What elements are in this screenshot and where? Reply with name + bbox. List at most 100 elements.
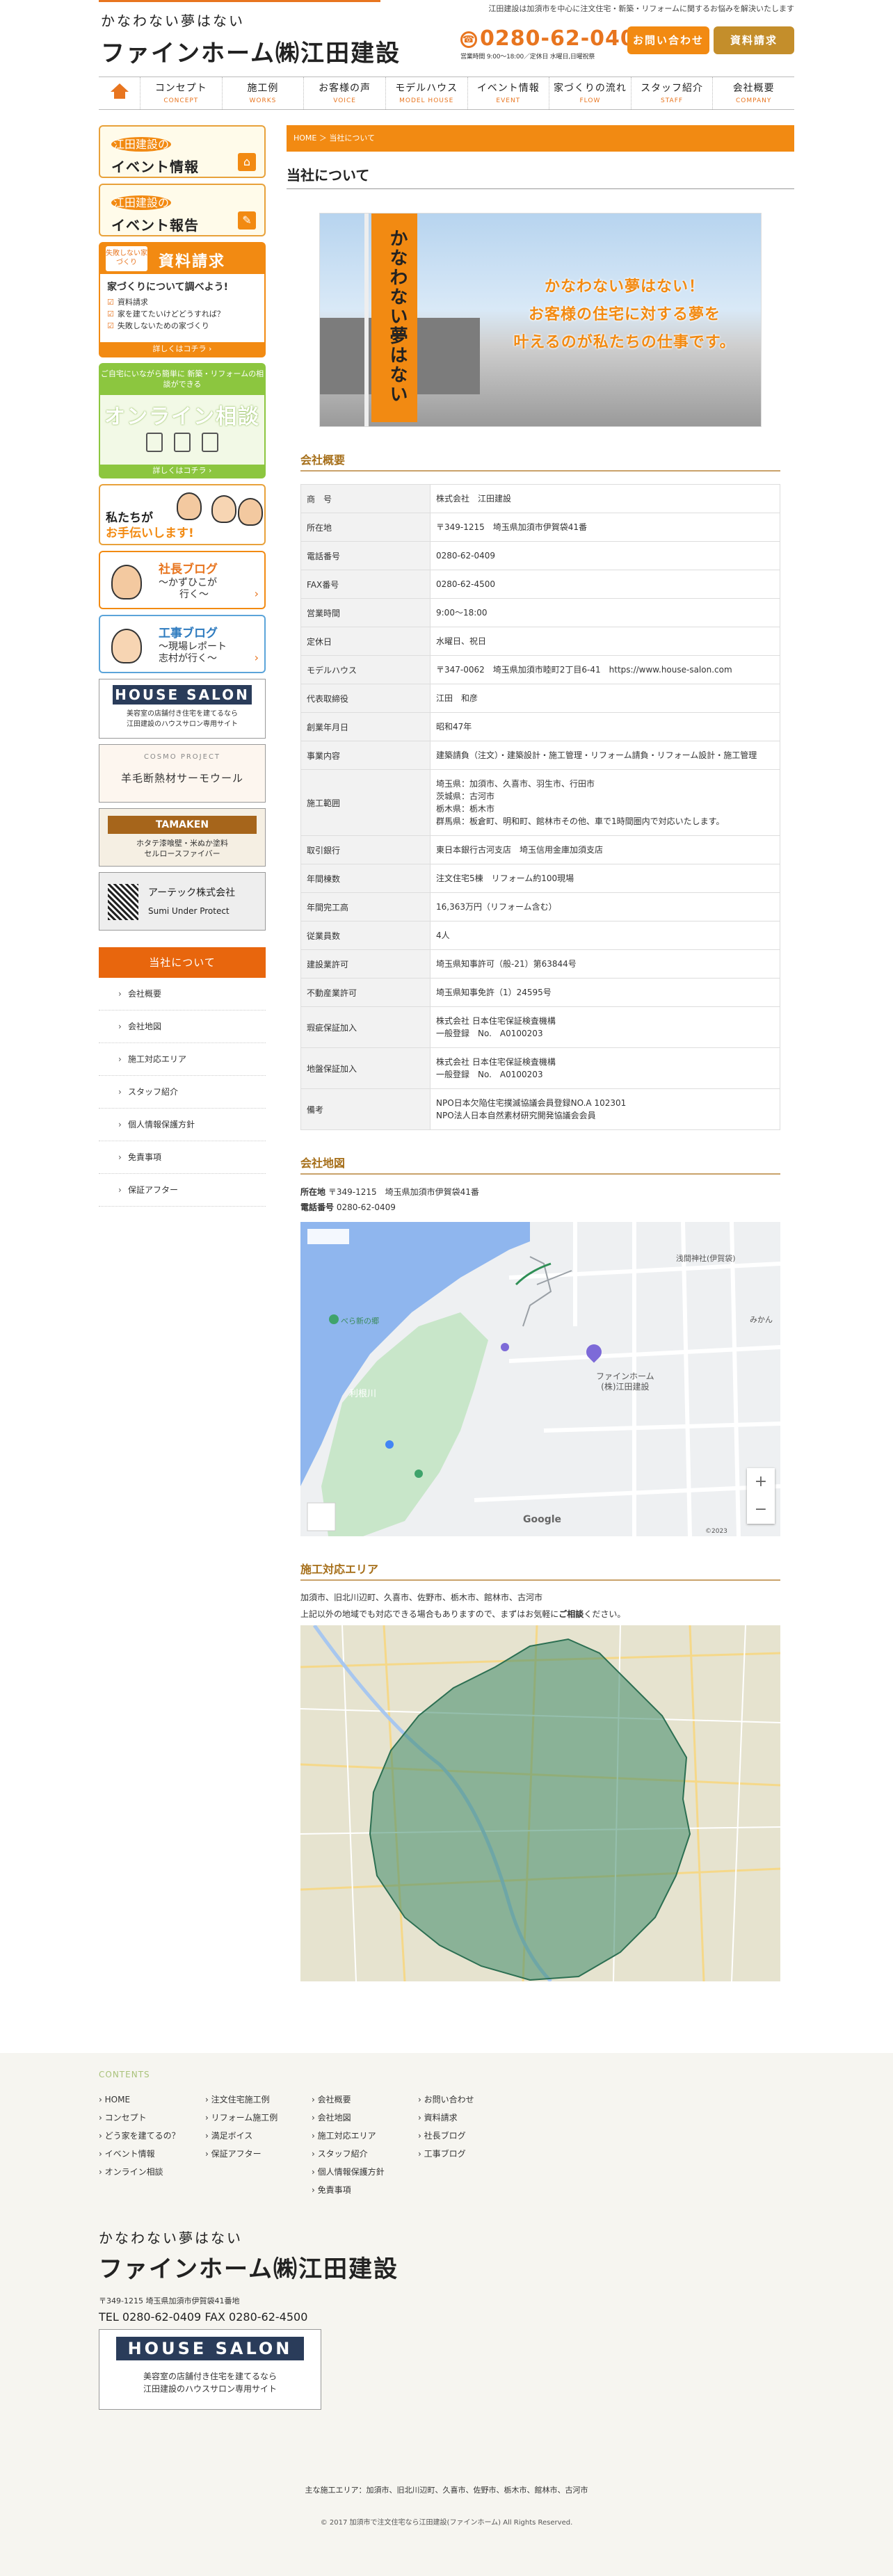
- row-value-line: 0280-62-0409: [436, 551, 496, 561]
- shiryo-more-link[interactable]: 詳しくはコチラ ›: [100, 342, 264, 356]
- footer-house-salon-banner[interactable]: HOUSE SALON 美容室の店舗付き住宅を建てるなら 江田建設のハウスサロン専…: [99, 2329, 321, 2410]
- row-value-line: 一般登録 No. A0100203: [436, 1029, 543, 1038]
- map-graphic: [300, 1222, 780, 1536]
- house-salon-banner[interactable]: HOUSE SALON 美容室の店舗付き住宅を建てるなら 江田建設のハウスサロン専…: [99, 679, 266, 739]
- row-value-line: 〒347-0062 埼玉県加須市睦町2丁目6-41 https://www.ho…: [436, 665, 732, 675]
- footer-logo[interactable]: かなわない夢はない ファインホーム㈱江田建設: [99, 2227, 794, 2284]
- footer-link[interactable]: 保証アフター: [205, 2145, 312, 2163]
- row-value: 株式会社 江田建設: [430, 484, 780, 513]
- footer-link[interactable]: 社長ブログ: [418, 2127, 524, 2145]
- submenu-item-overview[interactable]: 会社概要: [99, 978, 266, 1011]
- footer-link[interactable]: イベント情報: [99, 2145, 205, 2163]
- footer-link[interactable]: 会社地図: [312, 2109, 418, 2127]
- row-value-line: 9:00～18:00: [436, 608, 488, 618]
- staff-help-banner[interactable]: 私たちが お手伝いします!: [99, 484, 266, 545]
- blog-subtitle: ～現場レポート 志村が行く～: [159, 641, 227, 664]
- event-info-banner[interactable]: 江田建設の イベント情報 ⌂: [99, 125, 266, 178]
- online-title: オンライン相談: [104, 405, 260, 429]
- zoom-in-button[interactable]: +: [747, 1468, 775, 1496]
- table-row: 不動産業許可 埼玉県知事免許（1）24595号: [300, 978, 780, 1007]
- footer-link[interactable]: 施工対応エリア: [312, 2127, 418, 2145]
- online-consult-banner[interactable]: ご自宅にいながら簡単に 新築・リフォームの相談ができる オンライン相談 詳しくは…: [99, 363, 266, 478]
- header-accent-line: [99, 0, 380, 2]
- nav-staff[interactable]: スタッフ紹介 STAFF: [631, 77, 714, 109]
- google-logo: Google: [523, 1514, 562, 1525]
- nav-model-house[interactable]: モデルハウス MODEL HOUSE: [386, 77, 468, 109]
- site-logo[interactable]: かなわない夢はない ファインホーム㈱江田建設: [101, 10, 401, 68]
- house-salon-logo: HOUSE SALON: [113, 685, 252, 705]
- nav-event[interactable]: イベント情報 EVENT: [468, 77, 550, 109]
- footer-link[interactable]: スタッフ紹介: [312, 2145, 418, 2163]
- thermo-wool-banner[interactable]: COSMO PROJECT 羊毛断熱材サーモウール: [99, 744, 266, 803]
- tamaken-banner[interactable]: TAMAKEN ホタテ漆喰壁・米ぬか塗料 セルロースファイバー: [99, 808, 266, 867]
- nav-home[interactable]: [99, 77, 140, 109]
- nav-flow[interactable]: 家づくりの流れ FLOW: [549, 77, 631, 109]
- construction-blog-banner[interactable]: 工事ブログ ～現場レポート 志村が行く～ ›: [99, 615, 266, 673]
- nav-company[interactable]: 会社概要 COMPANY: [713, 77, 794, 109]
- submenu-item-staff[interactable]: スタッフ紹介: [99, 1076, 266, 1109]
- header-tel[interactable]: ☎ 0280-62-0409 営業時間 9:00～18:00／定休日 水曜日,日曜…: [460, 26, 651, 61]
- artec-banner[interactable]: アーテック株式会社 Sumi Under Protect: [99, 872, 266, 931]
- nav-voice[interactable]: お客様の声 VOICE: [304, 77, 386, 109]
- company-overview-section: 会社概要 商 号株式会社 江田建設 所在地 〒349-1215 埼玉県加須市伊賀袋4…: [300, 451, 780, 1130]
- nav-label: イベント情報: [476, 83, 540, 94]
- nav-sublabel: COMPANY: [736, 97, 772, 104]
- submenu-item-area[interactable]: 施工対応エリア: [99, 1043, 266, 1076]
- submenu-item-disclaimer[interactable]: 免責事項: [99, 1141, 266, 1174]
- footer-link[interactable]: 工事ブログ: [418, 2145, 524, 2163]
- nav-concept[interactable]: コンセプト CONCEPT: [140, 77, 223, 109]
- tamaken-desc: ホタテ漆喰壁・米ぬか塗料 セルロースファイバー: [136, 839, 228, 858]
- nav-sublabel: STAFF: [661, 97, 684, 104]
- inquiry-button[interactable]: お問い合わせ: [627, 26, 709, 54]
- flag-pole: [364, 214, 369, 426]
- footer-link[interactable]: 満足ボイス: [205, 2127, 312, 2145]
- submenu-item-map[interactable]: 会社地図: [99, 1011, 266, 1043]
- footer-area: 主な施工エリア：加須市、旧北川辺町、久喜市、佐野市、栃木市、館林市、古河市: [305, 2486, 588, 2495]
- row-label: 代表取締役: [300, 684, 431, 713]
- table-row: 年間棟数 注文住宅5棟 リフォーム約100現場: [300, 864, 780, 893]
- footer-link[interactable]: リフォーム施工例: [205, 2109, 312, 2127]
- logo-tagline: かなわない夢はない: [101, 13, 245, 29]
- banner-company: 江田建設の: [111, 135, 172, 152]
- row-label: 瑕疵保証加入: [300, 1006, 431, 1048]
- table-row: 営業時間 9:00～18:00: [300, 598, 780, 627]
- nav-works[interactable]: 施工例 WORKS: [223, 77, 305, 109]
- table-row: 取引銀行 東日本銀行古河支店 埼玉信用金庫加須支店: [300, 835, 780, 864]
- submenu-item-privacy[interactable]: 個人情報保護方針: [99, 1109, 266, 1141]
- footer-contents-label: CONTENTS: [99, 2070, 150, 2079]
- footer-link[interactable]: 免責事項: [312, 2181, 418, 2199]
- main-content: HOME ＞ 当社について 当社について かなわない夢はない かなわない夢はない…: [287, 125, 794, 1981]
- row-value-line: 埼玉県：加須市、久喜市、羽生市、行田市: [436, 779, 595, 789]
- materials-request-banner[interactable]: 失敗しない家づくり 資料請求 家づくりについて調べよう! ☑ 資料請求 ☑ 家を建て…: [99, 242, 266, 357]
- president-blog-banner[interactable]: 社長ブログ ～かずひこが 行く～ ›: [99, 551, 266, 609]
- phone-icon: ☎: [460, 31, 477, 48]
- request-materials-button[interactable]: 資料請求: [714, 26, 794, 54]
- footer-link[interactable]: オンライン相談: [99, 2163, 205, 2181]
- footer-link[interactable]: 資料請求: [418, 2109, 524, 2127]
- google-map[interactable]: べら新の郷 浅間神社(伊賀袋) みかん 利根川 ファインホーム (株)江田建設 +…: [300, 1222, 780, 1536]
- row-value-line: NPO法人日本自然素材研究開発協議会会員: [436, 1111, 596, 1120]
- row-label: 所在地: [300, 513, 431, 542]
- footer-link[interactable]: どう家を建てるの？: [99, 2127, 205, 2145]
- row-label: 地盤保証加入: [300, 1047, 431, 1089]
- check-icon: ☑: [107, 298, 114, 307]
- breadcrumb[interactable]: HOME ＞ 当社について: [287, 125, 794, 152]
- submenu-item-warranty[interactable]: 保証アフター: [99, 1174, 266, 1207]
- event-report-banner[interactable]: 江田建設の イベント報告 ✎: [99, 184, 266, 236]
- footer-link[interactable]: HOME: [99, 2091, 205, 2109]
- shiryo-subtitle: 家づくりについて調べよう!: [107, 282, 228, 293]
- footer-link[interactable]: 注文住宅施工例: [205, 2091, 312, 2109]
- submenu-heading[interactable]: 当社について: [99, 947, 266, 978]
- footer-link[interactable]: お問い合わせ: [418, 2091, 524, 2109]
- row-value-line: 東日本銀行古河支店 埼玉信用金庫加須支店: [436, 845, 604, 855]
- footer-link[interactable]: 個人情報保護方針: [312, 2163, 418, 2181]
- table-row: 所在地 〒349-1215 埼玉県加須市伊賀袋41番: [300, 513, 780, 542]
- online-more-link[interactable]: 詳しくはコチラ ›: [100, 465, 264, 477]
- table-row: FAX番号 0280-62-4500: [300, 570, 780, 599]
- consult-link[interactable]: ご相談: [558, 1609, 584, 1619]
- footer-link[interactable]: 会社概要: [312, 2091, 418, 2109]
- map-river-label: 利根川: [349, 1389, 377, 1399]
- zoom-out-button[interactable]: −: [747, 1496, 775, 1524]
- tel-number: 0280-62-0409: [480, 26, 651, 51]
- footer-link[interactable]: コンセプト: [99, 2109, 205, 2127]
